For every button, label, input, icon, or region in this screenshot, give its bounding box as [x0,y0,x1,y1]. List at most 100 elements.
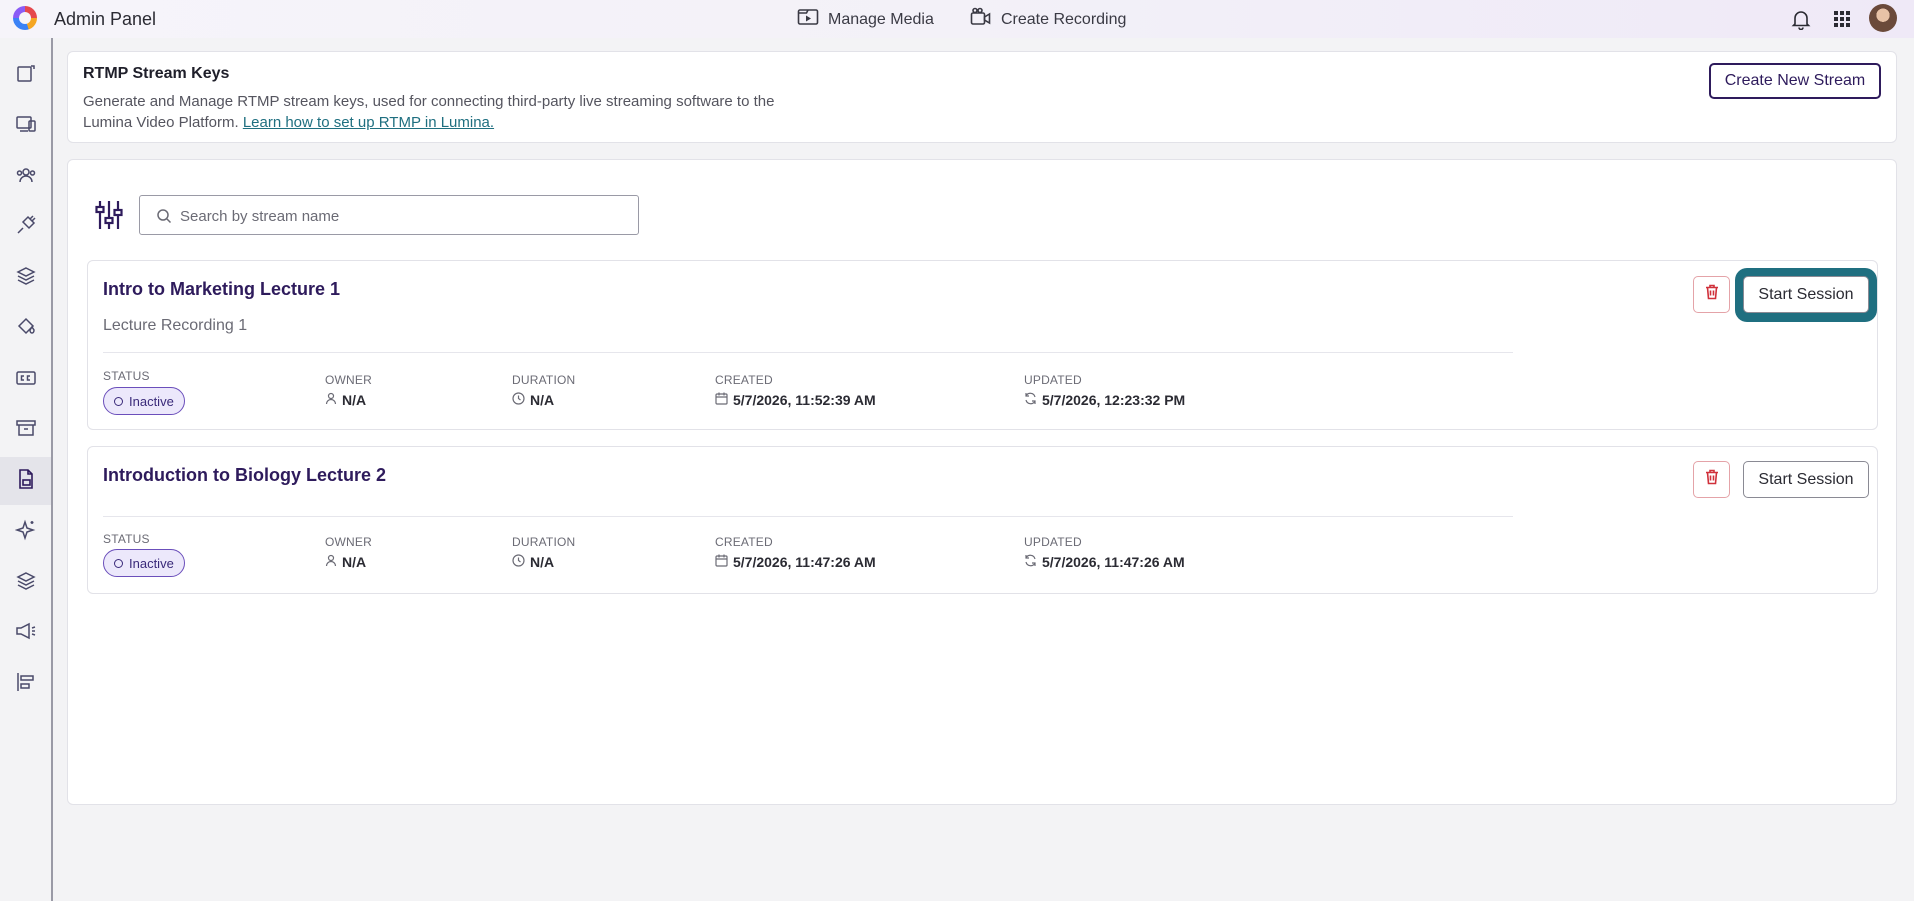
video-camera-icon [970,7,992,32]
trash-icon [1705,284,1719,305]
app-logo[interactable] [13,6,37,30]
clock-icon [512,392,525,408]
status-badge: Inactive [103,387,185,415]
layers-icon [15,570,37,597]
sidebar-item-rtmp[interactable] [0,457,51,505]
app-title: Admin Panel [54,9,157,29]
filter-sliders-icon[interactable] [94,198,124,232]
create-recording-label: Create Recording [1001,10,1127,28]
status-dot-icon [114,396,123,406]
clock-icon [512,554,525,570]
file-stream-icon [15,468,37,495]
create-new-stream-button[interactable]: Create New Stream [1709,63,1881,99]
sparkles-icon [14,519,37,546]
status-label: STATUS [103,532,150,546]
sidebar-item-reports[interactable] [0,660,51,708]
page-title: RTMP Stream Keys [83,65,230,82]
plug-icon [15,214,37,241]
updated-text: 5/7/2026, 12:23:32 PM [1042,392,1186,408]
megaphone-icon [14,620,38,647]
sidebar-item-ai[interactable] [0,508,51,556]
streams-card: Intro to Marketing Lecture 1 Lecture Rec… [67,159,1897,805]
stream-card: Introduction to Biology Lecture 2 STATUS… [87,446,1878,594]
sidebar-item-devices[interactable] [0,102,51,150]
status-badge: Inactive [103,549,185,577]
document-icon [15,62,37,89]
owner-text: N/A [342,392,367,408]
sidebar-item-branding[interactable] [0,305,51,353]
align-left-icon [15,671,37,698]
stream-divider [103,516,1513,517]
updated-text: 5/7/2026, 11:47:26 AM [1042,554,1185,570]
user-avatar[interactable] [1869,4,1897,32]
paint-bucket-icon [15,316,37,343]
delete-stream-button[interactable] [1693,276,1730,313]
status-text: Inactive [129,393,174,409]
delete-stream-button[interactable] [1693,461,1730,498]
sidebar-item-users[interactable] [0,153,51,201]
devices-icon [15,113,37,140]
created-label: CREATED [715,373,773,387]
manage-media-label: Manage Media [828,10,934,28]
stream-divider [103,352,1513,353]
sidebar [0,38,53,901]
created-value: 5/7/2026, 11:52:39 AM [715,392,876,408]
stream-title: Introduction to Biology Lecture 2 [103,465,386,485]
closed-captions-icon [15,367,37,394]
updated-value: 5/7/2026, 12:23:32 PM [1024,392,1185,408]
duration-label: DURATION [512,535,576,549]
duration-value: N/A [512,392,554,408]
layers-icon [15,265,37,292]
refresh-icon [1024,392,1037,408]
create-recording-link[interactable]: Create Recording [970,7,1126,32]
stream-title: Intro to Marketing Lecture 1 [103,279,341,299]
duration-value: N/A [512,554,554,570]
owner-value: N/A [325,554,366,570]
owner-value: N/A [325,392,366,408]
manage-media-link[interactable]: Manage Media [797,7,934,32]
users-icon [15,164,37,191]
page-description: Generate and Manage RTMP stream keys, us… [83,91,813,133]
owner-label: OWNER [325,373,372,387]
status-dot-icon [114,558,123,568]
sidebar-item-archive[interactable] [0,406,51,454]
rtmp-header-card: RTMP Stream Keys Generate and Manage RTM… [67,51,1897,143]
user-icon [325,392,337,408]
stream-subtitle: Lecture Recording 1 [103,317,248,334]
stream-card: Intro to Marketing Lecture 1 Lecture Rec… [87,260,1878,430]
calendar-icon [715,554,728,570]
notifications-bell-icon[interactable] [1789,7,1813,31]
calendar-icon [715,392,728,408]
owner-text: N/A [342,554,367,570]
created-value: 5/7/2026, 11:47:26 AM [715,554,876,570]
user-icon [325,554,337,570]
sidebar-item-collections[interactable] [0,559,51,607]
created-text: 5/7/2026, 11:47:26 AM [733,554,876,570]
trash-icon [1705,469,1719,490]
owner-label: OWNER [325,535,372,549]
updated-value: 5/7/2026, 11:47:26 AM [1024,554,1185,570]
status-label: STATUS [103,369,150,383]
sidebar-item-dashboard[interactable] [0,51,51,99]
search-input[interactable] [180,204,620,228]
top-bar: Admin Panel Manage Media Create Recordin… [0,0,1914,38]
sidebar-item-live[interactable] [0,609,51,657]
start-session-button[interactable]: Start Session [1743,276,1869,313]
start-session-button[interactable]: Start Session [1743,461,1869,498]
rtmp-help-link[interactable]: Learn how to set up RTMP in Lumina. [243,114,494,131]
apps-grid-icon[interactable] [1830,7,1854,31]
status-text: Inactive [129,555,174,571]
sidebar-item-integrations[interactable] [0,203,51,251]
created-label: CREATED [715,535,773,549]
video-folder-icon [797,7,819,32]
sidebar-item-captions[interactable] [0,356,51,404]
duration-label: DURATION [512,373,576,387]
sidebar-item-layers[interactable] [0,254,51,302]
updated-label: UPDATED [1024,535,1082,549]
refresh-icon [1024,554,1037,570]
search-field[interactable] [139,195,639,235]
duration-text: N/A [530,392,555,408]
duration-text: N/A [530,554,555,570]
created-text: 5/7/2026, 11:52:39 AM [733,392,876,408]
archive-icon [15,417,37,444]
